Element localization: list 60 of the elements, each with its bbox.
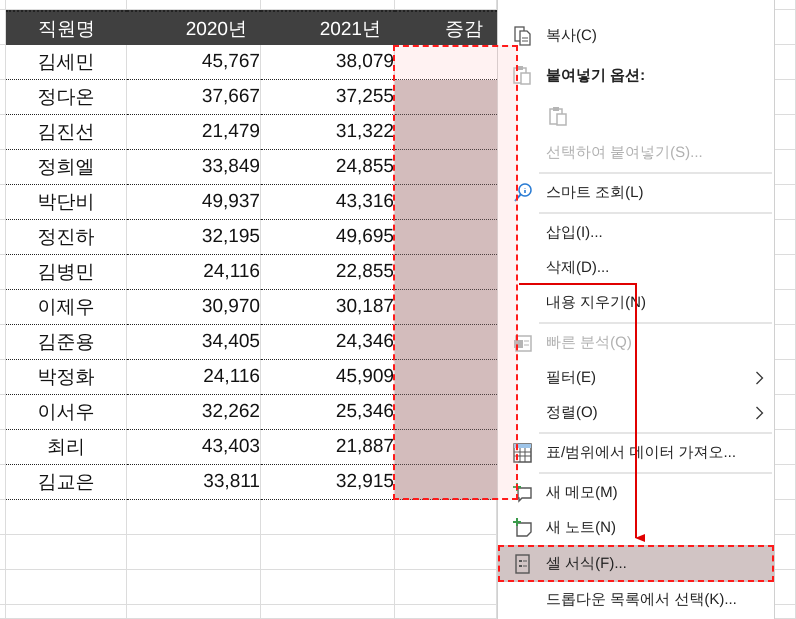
table-cell: 32,262 (202, 401, 260, 423)
table-cell-text: 이제우 (38, 296, 94, 320)
table-cell: 38,079 (336, 51, 394, 73)
table-cell: 30,970 (202, 296, 260, 318)
table-cell-text: 김교은 (38, 471, 94, 495)
table-cell: 43,403 (202, 436, 260, 458)
table-cell-text: 정다온 (38, 86, 94, 110)
comment-plus-icon (512, 482, 532, 504)
table-cell-text: 정희엘 (38, 156, 94, 180)
menu-item[interactable]: 새 노트(N) (498, 510, 774, 545)
menu-item[interactable]: 삽입(I)... (498, 215, 774, 250)
table-cell: 22,855 (336, 261, 394, 283)
menu-item[interactable]: 셀 서식(F)... (498, 545, 774, 582)
table-icon (512, 442, 532, 464)
table-cell-text: 김준용 (38, 331, 94, 355)
note-plus-icon (512, 516, 532, 538)
table-cell: 37,667 (202, 86, 260, 108)
table-cell-text: 정진하 (38, 226, 94, 250)
table-cell: 31,322 (336, 121, 394, 143)
column-header: 증감 (445, 18, 483, 42)
table-cell: 49,695 (336, 226, 394, 248)
menu-item[interactable]: 복사(C) (498, 18, 774, 53)
menu-item[interactable]: 정렬(O) (498, 395, 774, 430)
menu-item[interactable]: 새 메모(M) (498, 475, 774, 510)
menu-section-title: 붙여넣기 옵션: (546, 66, 646, 84)
menu-item[interactable]: 필터(E) (498, 360, 774, 395)
table-cell: 32,915 (336, 471, 394, 493)
table-cell: 30,187 (336, 296, 394, 318)
table-cell: 25,346 (336, 401, 394, 423)
info-search-icon (512, 182, 532, 204)
copy-icon (512, 24, 532, 46)
table-cell: 24,116 (203, 366, 260, 388)
table-cell-text: 김세민 (38, 51, 94, 75)
table-cell-text: 박단비 (38, 191, 94, 215)
menu-item[interactable]: 드롭다운 목록에서 선택(K)... (498, 582, 774, 617)
table-cell: 34,405 (202, 331, 260, 353)
table-cell: 45,909 (336, 366, 394, 388)
table-cell: 43,316 (336, 191, 394, 213)
column-header: 2020년 (186, 18, 247, 42)
table-cell: 49,937 (202, 191, 260, 213)
table-cell: 37,255 (336, 86, 394, 108)
menu-item[interactable]: 스마트 조회(L) (498, 175, 774, 210)
table-cell-text: 최리 (47, 436, 85, 460)
table-cell: 33,849 (202, 156, 260, 178)
table-cell: 33,811 (203, 471, 260, 493)
column-header: 직원명 (38, 18, 95, 42)
table-cell-text: 이서우 (38, 401, 94, 425)
clipboard-icon (512, 64, 532, 86)
table-cell: 24,116 (203, 261, 260, 283)
table-cell: 45,767 (202, 51, 260, 73)
table-cell: 21,479 (202, 121, 260, 143)
table-cell-text: 김진선 (38, 121, 94, 145)
table-cell: 32,195 (202, 226, 260, 248)
table-cell: 24,346 (336, 331, 394, 353)
column-header: 2021년 (320, 18, 381, 42)
table-cell: 24,855 (336, 156, 394, 178)
table-cell-text: 김병민 (38, 261, 94, 285)
menu-item[interactable]: 삭제(D)... (498, 250, 774, 285)
table-cell-text: 박정화 (38, 366, 94, 390)
table-cell: 21,887 (336, 436, 394, 458)
